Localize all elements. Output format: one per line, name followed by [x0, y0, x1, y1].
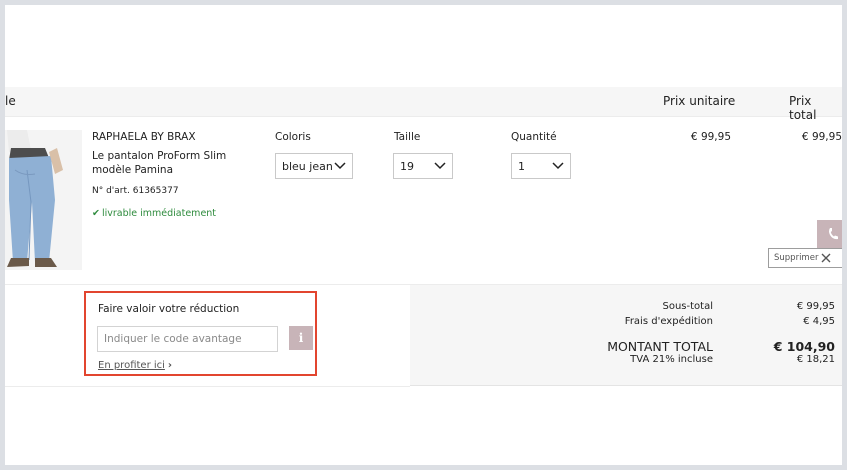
discount-section: Faire valoir votre réduction i En profit… — [84, 291, 317, 376]
article-number: N° d'art. 61365377 — [92, 186, 179, 196]
delete-button[interactable]: Supprimer — [768, 248, 842, 268]
header-unit-price: Prix unitaire — [663, 94, 736, 108]
total-amount-value: € 104,90 — [773, 339, 835, 354]
bottom-divider — [5, 386, 410, 387]
size-select[interactable]: 19 — [393, 153, 453, 179]
quantity-select-value: 1 — [518, 159, 525, 173]
size-select-value: 19 — [400, 159, 414, 173]
subtotal-label: Sous-total — [662, 301, 714, 312]
header-article: le — [5, 94, 16, 108]
summary-panel — [410, 285, 842, 386]
shipping-label: Frais d'expédition — [624, 316, 713, 327]
header-total-price: Prix total — [789, 94, 817, 122]
chevron-down-icon — [334, 162, 346, 170]
color-label: Coloris — [275, 131, 311, 143]
availability-status: ✔ livrable immédiatement — [92, 208, 216, 219]
vat-label: TVA 21% incluse — [630, 354, 713, 365]
delete-label: Supprimer — [774, 253, 819, 263]
discount-code-input[interactable] — [97, 326, 278, 352]
total-amount-label: MONTANT TOTAL — [607, 339, 713, 354]
info-icon: i — [298, 331, 304, 345]
unit-price: € 99,95 — [690, 131, 731, 143]
cart-table-header: le Prix unitaire Prix total — [5, 87, 842, 122]
close-icon — [821, 253, 831, 263]
chevron-down-icon — [552, 162, 564, 170]
total-price: € 99,95 — [801, 131, 842, 143]
phone-button[interactable] — [817, 220, 842, 248]
profit-link-label: En profiter ici — [98, 360, 165, 371]
quantity-select[interactable]: 1 — [511, 153, 571, 179]
cart-page: le Prix unitaire Prix total RAPHAELA BY … — [5, 5, 842, 465]
discount-title: Faire valoir votre réduction — [98, 303, 240, 315]
jeans-image — [5, 130, 82, 270]
vat-value: € 18,21 — [796, 354, 835, 365]
quantity-label: Quantité — [511, 131, 557, 143]
chevron-down-icon — [434, 162, 446, 170]
subtotal-value: € 99,95 — [796, 301, 835, 312]
checkmark-icon: ✔ — [92, 208, 100, 219]
shipping-value: € 4,95 — [803, 316, 835, 327]
product-name[interactable]: Le pantalon ProForm Slim modèle Pamina — [92, 149, 267, 177]
size-label: Taille — [394, 131, 421, 143]
product-image[interactable] — [5, 130, 82, 270]
chevron-right-icon: › — [167, 360, 173, 371]
info-button[interactable]: i — [289, 326, 313, 350]
color-select[interactable]: bleu jean — [275, 153, 353, 179]
color-select-value: bleu jean — [282, 159, 333, 173]
phone-icon — [829, 228, 838, 240]
product-brand[interactable]: RAPHAELA BY BRAX — [92, 131, 196, 143]
availability-text: livrable immédiatement — [101, 208, 217, 219]
profit-link[interactable]: En profiter ici › — [98, 360, 172, 371]
